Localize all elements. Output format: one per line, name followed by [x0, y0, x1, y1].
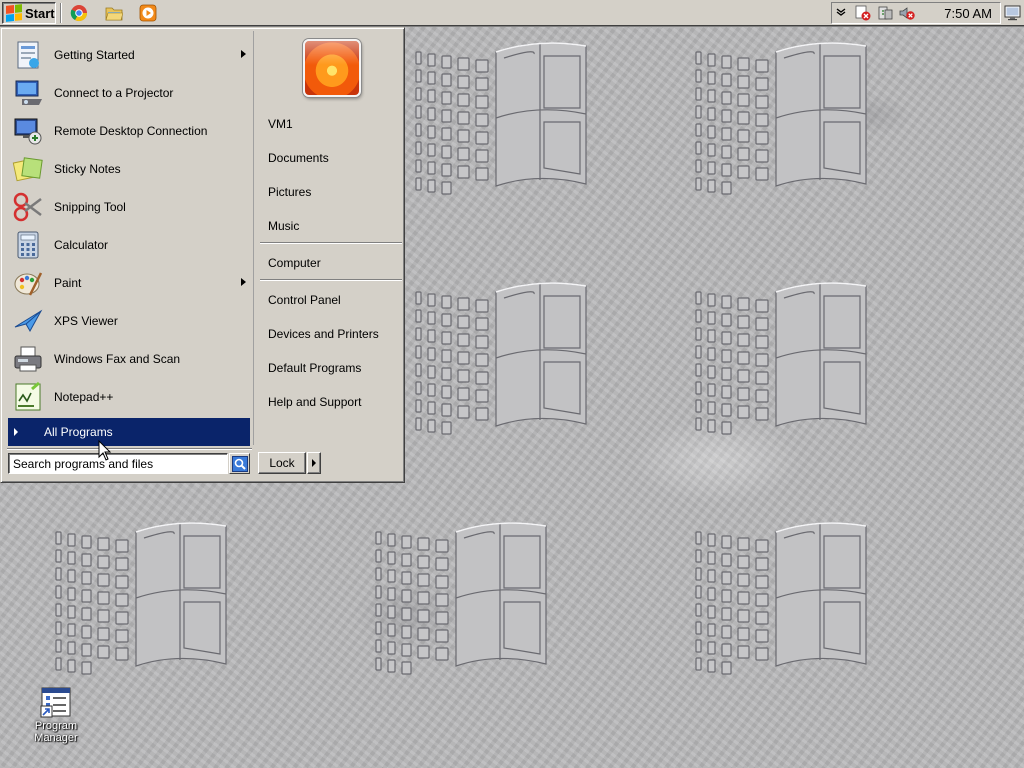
menu-divider	[260, 242, 402, 244]
place-documents[interactable]: Documents	[261, 145, 401, 171]
windows-logo-tile	[408, 274, 628, 444]
media-player-icon[interactable]	[139, 4, 157, 22]
windows-logo-tile	[368, 514, 588, 684]
program-getting-started[interactable]: Getting Started	[8, 37, 252, 73]
volume-muted-icon[interactable]	[898, 5, 916, 21]
program-label: Calculator	[54, 238, 109, 252]
start-menu: Getting Started Connect to a Projector R…	[0, 27, 405, 483]
submenu-arrow-icon	[241, 278, 246, 286]
place-label: Default Programs	[268, 361, 362, 375]
xps-viewer-icon	[12, 305, 44, 337]
chevron-right-icon	[312, 459, 316, 467]
windows-logo-icon	[6, 4, 22, 22]
program-snipping-tool[interactable]: Snipping Tool	[8, 189, 252, 225]
remote-desktop-icon	[12, 115, 44, 147]
place-help-support[interactable]: Help and Support	[261, 389, 401, 415]
search-icon[interactable]	[229, 453, 250, 474]
clock[interactable]: 7:50 AM	[944, 6, 992, 21]
desktop-icon-label: Program Manager	[34, 720, 78, 744]
menu-divider	[7, 448, 252, 450]
chevron-down-icon[interactable]	[832, 7, 850, 20]
place-pictures[interactable]: Pictures	[261, 179, 401, 205]
desktop-icon-program-manager[interactable]: Program Manager	[26, 686, 86, 744]
folder-icon[interactable]	[105, 4, 124, 22]
notepad-plus-plus-icon	[12, 381, 44, 413]
lock-button[interactable]: Lock	[258, 452, 306, 474]
windows-logo-tile	[688, 34, 908, 204]
windows-logo-tile	[688, 514, 908, 684]
windows-logo-tile	[408, 34, 628, 204]
program-fax-scan[interactable]: Windows Fax and Scan	[8, 341, 252, 377]
sticky-notes-icon	[12, 153, 44, 185]
all-programs-label: All Programs	[44, 425, 113, 439]
program-label: Snipping Tool	[54, 200, 126, 214]
places-pane: VM1 Documents Pictures Music Computer Co…	[257, 31, 403, 481]
place-label: Computer	[268, 256, 321, 270]
taskbar: Start 7:50 AM	[0, 0, 1024, 27]
place-label: Documents	[268, 151, 329, 165]
place-label: Control Panel	[268, 293, 341, 307]
place-label: VM1	[268, 117, 293, 131]
program-label: XPS Viewer	[54, 314, 118, 328]
program-paint[interactable]: Paint	[8, 265, 252, 301]
program-label: Windows Fax and Scan	[54, 352, 181, 366]
lock-label: Lock	[269, 456, 295, 470]
program-list: Getting Started Connect to a Projector R…	[4, 31, 254, 445]
chrome-icon[interactable]	[70, 4, 88, 22]
program-label: Notepad++	[54, 390, 114, 404]
system-tray: 7:50 AM	[831, 2, 1001, 24]
program-xps-viewer[interactable]: XPS Viewer	[8, 303, 252, 339]
program-notepad-plus-plus[interactable]: Notepad++	[8, 379, 252, 415]
expand-arrow-icon	[14, 428, 18, 436]
all-programs-button[interactable]: All Programs	[8, 418, 250, 446]
getting-started-icon	[12, 39, 44, 71]
program-label: Paint	[54, 276, 82, 290]
place-label: Devices and Printers	[268, 327, 379, 341]
program-label: Getting Started	[54, 48, 135, 62]
paint-icon	[12, 267, 44, 299]
mouse-cursor-icon	[98, 439, 112, 462]
submenu-arrow-icon	[241, 50, 246, 58]
place-computer[interactable]: Computer	[261, 250, 401, 276]
start-button[interactable]: Start	[2, 2, 56, 24]
place-control-panel[interactable]: Control Panel	[261, 287, 401, 313]
place-default-programs[interactable]: Default Programs	[261, 355, 401, 381]
fax-scan-icon	[12, 343, 44, 375]
search-input[interactable]	[8, 453, 228, 474]
calculator-icon	[12, 229, 44, 261]
user-avatar[interactable]	[303, 39, 361, 97]
program-label: Remote Desktop Connection	[54, 124, 208, 138]
windows-logo-tile	[688, 274, 908, 444]
network-error-icon[interactable]	[854, 5, 872, 21]
place-label: Music	[268, 219, 300, 233]
shutdown-options-button[interactable]	[307, 452, 321, 474]
place-music[interactable]: Music	[261, 213, 401, 239]
program-calculator[interactable]: Calculator	[8, 227, 252, 263]
place-user-folder[interactable]: VM1	[261, 111, 401, 137]
program-connect-projector[interactable]: Connect to a Projector	[8, 75, 252, 111]
menu-divider	[260, 279, 402, 281]
toolbar-divider	[60, 3, 62, 23]
projector-icon	[12, 77, 44, 109]
windows-logo-tile	[48, 514, 268, 684]
power-icon[interactable]	[876, 5, 894, 21]
program-label: Connect to a Projector	[54, 86, 174, 100]
show-desktop-icon[interactable]	[1004, 4, 1021, 21]
program-label: Sticky Notes	[54, 162, 121, 176]
place-label: Pictures	[268, 185, 312, 199]
lock-control: Lock	[258, 452, 321, 474]
snipping-tool-icon	[12, 191, 44, 223]
start-label: Start	[25, 5, 55, 21]
program-sticky-notes[interactable]: Sticky Notes	[8, 151, 252, 187]
program-manager-icon	[40, 686, 72, 718]
place-devices-printers[interactable]: Devices and Printers	[261, 321, 401, 347]
program-remote-desktop[interactable]: Remote Desktop Connection	[8, 113, 252, 149]
place-label: Help and Support	[268, 395, 362, 409]
